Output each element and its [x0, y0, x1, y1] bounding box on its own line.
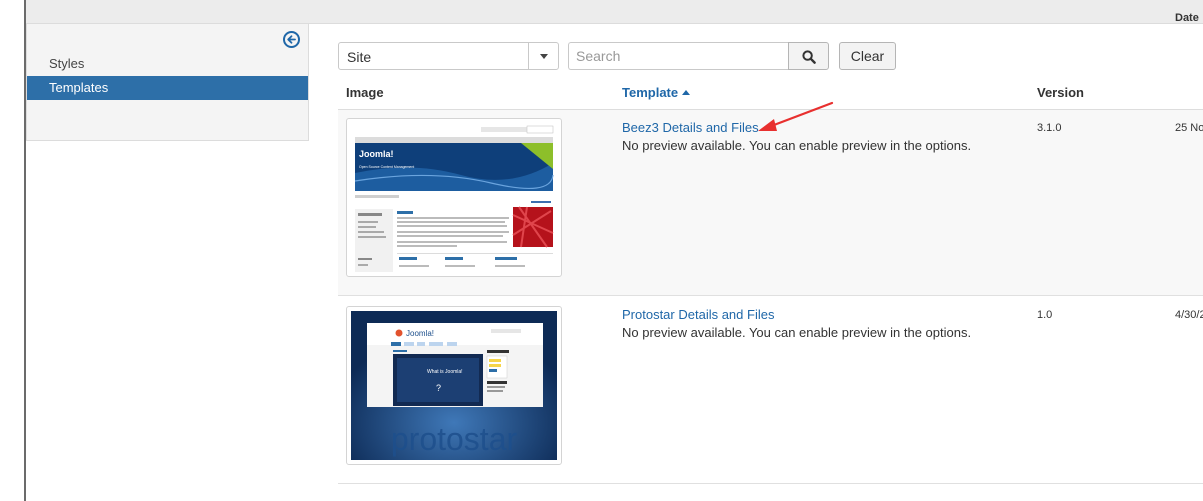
template-thumbnail-protostar[interactable]: Joomla! What is Joomla! ? protostar: [346, 306, 562, 465]
template-date: 25 No: [1175, 122, 1203, 134]
table-row: Joomla! Open Source Content Management B…: [338, 110, 1203, 296]
client-select[interactable]: Site: [338, 42, 559, 70]
table-row: Joomla! What is Joomla! ? protostar Prot…: [338, 297, 1203, 484]
search-icon: [802, 50, 816, 64]
preview-note: No preview available. You can enable pre…: [622, 325, 972, 340]
preview-note: No preview available. You can enable pre…: [622, 138, 972, 153]
left-edge: [0, 0, 26, 501]
sort-ascending-icon: [682, 90, 691, 95]
collapse-sidebar-icon[interactable]: [283, 31, 300, 48]
template-version: 3.1.0: [1037, 122, 1062, 134]
column-header-image: Image: [346, 85, 384, 100]
template-date: 4/30/2: [1175, 309, 1203, 321]
column-header-template[interactable]: Template: [622, 85, 691, 100]
protostar-wordmark: protostar: [391, 421, 518, 457]
beez3-tagline: Open Source Content Management: [359, 165, 414, 169]
svg-text:?: ?: [436, 383, 441, 393]
protostar-video-title: What is Joomla!: [427, 369, 463, 375]
clear-button[interactable]: Clear: [839, 42, 896, 70]
protostar-preview-image: Joomla! What is Joomla! ? protostar: [351, 311, 557, 460]
sidebar-item-styles[interactable]: Styles: [27, 52, 308, 76]
annotation-arrow: [758, 101, 834, 131]
template-link-protostar[interactable]: Protostar Details and Files: [622, 307, 774, 322]
chevron-down-icon: [540, 54, 548, 59]
client-select-toggle[interactable]: [528, 43, 558, 69]
search-input[interactable]: [568, 42, 789, 70]
column-header-template-label: Template: [622, 85, 679, 100]
protostar-logo: Joomla!: [406, 329, 434, 338]
template-manager: Styles Templates Site Clear Image Templa…: [0, 0, 1203, 501]
search-button[interactable]: [788, 42, 829, 70]
client-select-value: Site: [347, 49, 372, 65]
template-thumbnail-beez3[interactable]: Joomla! Open Source Content Management: [346, 118, 562, 277]
column-header-date[interactable]: Date: [1175, 12, 1199, 24]
toolbar-strip: [26, 0, 1203, 24]
beez3-preview-image: Joomla! Open Source Content Management: [351, 123, 557, 272]
sidebar-item-templates[interactable]: Templates: [27, 76, 308, 100]
sidebar: Styles Templates: [26, 24, 309, 141]
column-header-version[interactable]: Version: [1037, 85, 1084, 100]
template-link-beez3[interactable]: Beez3 Details and Files: [622, 120, 759, 135]
beez3-brand: Joomla!: [359, 149, 394, 159]
template-version: 1.0: [1037, 309, 1053, 321]
